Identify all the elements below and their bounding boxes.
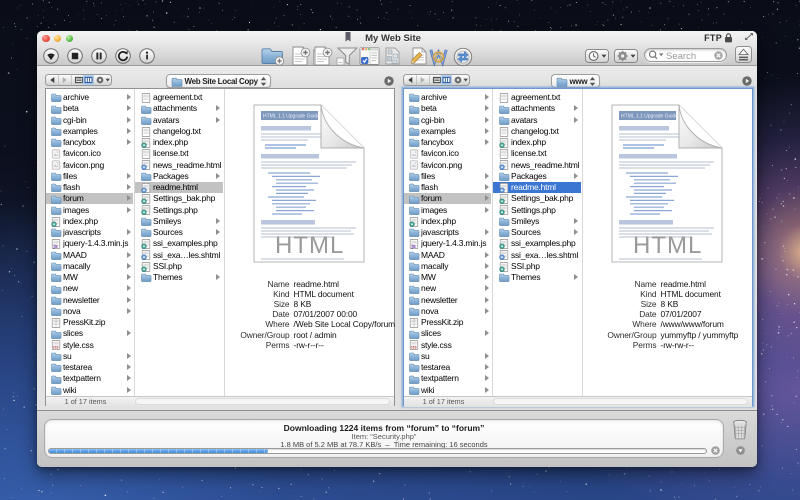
svg-text:HTML 1.1 Upgrade Guide: HTML 1.1 Upgrade Guide [621, 114, 678, 120]
svg-text:css: css [411, 346, 417, 350]
svg-text:HTML: HTML [633, 232, 702, 259]
svg-text:HTML: HTML [275, 232, 344, 259]
svg-text:css: css [53, 346, 59, 350]
svg-text:HTML 1.1 Upgrade Guide: HTML 1.1 Upgrade Guide [263, 114, 320, 120]
svg-text:js: js [52, 244, 57, 249]
svg-text:js: js [410, 244, 415, 249]
